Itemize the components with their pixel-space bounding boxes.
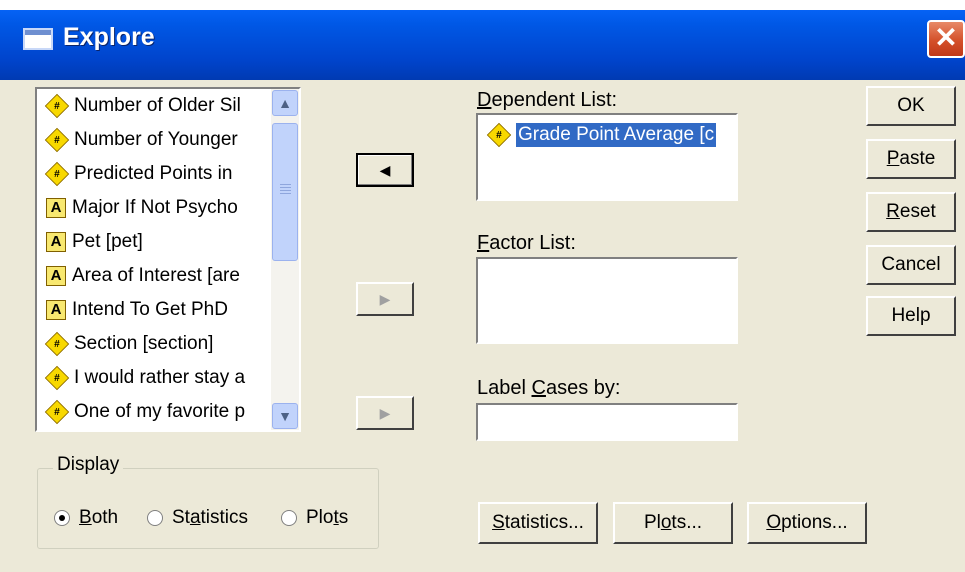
list-item[interactable]: A Intend To Get PhD [37,293,271,327]
numeric-variable-icon: # [44,93,70,119]
variable-label: One of my favorite p [74,401,246,422]
list-item[interactable]: A Major If Not Psycho [37,191,271,225]
move-label-cases-button[interactable]: ▶ [356,396,414,430]
arrow-right-icon: ▶ [379,291,391,307]
close-button[interactable]: ✕ [927,20,965,58]
list-item[interactable]: A Pet [pet] [37,225,271,259]
close-icon: ✕ [934,22,958,53]
variable-label: Section [section] [74,333,214,354]
ok-button[interactable]: OK [866,86,956,126]
string-variable-icon: A [46,232,66,252]
dependent-list-label: Dependent List: [477,89,618,111]
options-button[interactable]: Options... [747,502,867,544]
label-cases-field[interactable] [476,403,738,441]
reset-button[interactable]: Reset [866,192,956,232]
numeric-variable-icon: # [44,331,70,357]
arrow-left-icon: ◀ [379,162,391,178]
string-variable-icon: A [46,266,66,286]
plots-button[interactable]: Plots... [613,502,733,544]
variable-label: Intend To Get PhD [72,299,228,320]
dependent-list[interactable]: # Grade Point Average [c [476,113,738,201]
radio-both[interactable]: Both [54,507,118,529]
list-item[interactable]: # One of my favorite p [37,395,271,429]
radio-statistics[interactable]: St a tistics [147,507,248,529]
statistics-button[interactable]: Statistics... [478,502,598,544]
list-item[interactable]: # Section [section] [37,327,271,361]
radio-both-indicator[interactable] [54,510,70,526]
scroll-grip-icon [280,184,291,185]
dependent-item-label: Grade Point Average [c [516,123,717,147]
chevron-down-icon: ▼ [278,408,292,424]
source-variable-items: # Number of Older Sil # Number of Younger # P… [37,89,271,430]
label-cases-label: Label Cases by: [477,377,621,399]
window-title: Explore [63,23,155,51]
cancel-button[interactable]: Cancel [866,245,956,285]
variable-label: Number of Younger [74,129,238,150]
list-item[interactable]: # Number of Older Sil [37,89,271,123]
variable-label: Number of Older Sil [74,95,241,116]
variable-label: Area of Interest [are [72,265,240,286]
paste-button[interactable]: Paste [866,139,956,179]
variable-label: Major If Not Psycho [72,197,238,218]
title-bar-top-strip [0,0,965,10]
scroll-down-button[interactable]: ▼ [272,403,298,429]
scroll-thumb[interactable] [272,123,298,261]
explore-dialog: Explore ✕ # Number of Older Sil # Number of… [0,0,965,572]
variable-label: I would rather stay a [74,367,246,388]
factor-list[interactable] [476,257,738,344]
string-variable-icon: A [46,198,66,218]
factor-list-label: Factor List: [477,232,576,254]
list-item[interactable]: # Grade Point Average [c [486,122,717,148]
source-variable-list[interactable]: # Number of Older Sil # Number of Younger # P… [35,87,301,432]
chevron-up-icon: ▲ [278,95,292,111]
radio-plots-indicator[interactable] [281,510,297,526]
list-item[interactable]: # Number of Younger [37,123,271,157]
numeric-variable-icon: # [44,365,70,391]
display-group-title: Display [53,454,124,476]
help-button[interactable]: Help [866,296,956,336]
string-variable-icon: A [46,300,66,320]
list-item[interactable]: # Predicted Points in [37,157,271,191]
radio-statistics-indicator[interactable] [147,510,163,526]
numeric-variable-icon: # [44,399,70,425]
radio-plots[interactable]: Plo t s [281,507,348,529]
list-item[interactable]: A Area of Interest [are [37,259,271,293]
title-bar[interactable]: Explore ✕ [0,0,965,80]
variable-label: Predicted Points in [74,163,233,184]
numeric-variable-icon: # [44,161,70,187]
list-item[interactable]: # I would rather stay a [37,361,271,395]
arrow-right-icon: ▶ [379,405,391,421]
list-scrollbar[interactable]: ▲ ▼ [271,89,299,430]
variable-label: Pet [pet] [72,231,143,252]
move-dependent-button[interactable]: ◀ [356,153,414,187]
move-factor-button[interactable]: ▶ [356,282,414,316]
scroll-up-button[interactable]: ▲ [272,90,298,116]
numeric-variable-icon: # [44,127,70,153]
numeric-variable-icon: # [486,122,512,148]
window-icon [23,28,53,50]
